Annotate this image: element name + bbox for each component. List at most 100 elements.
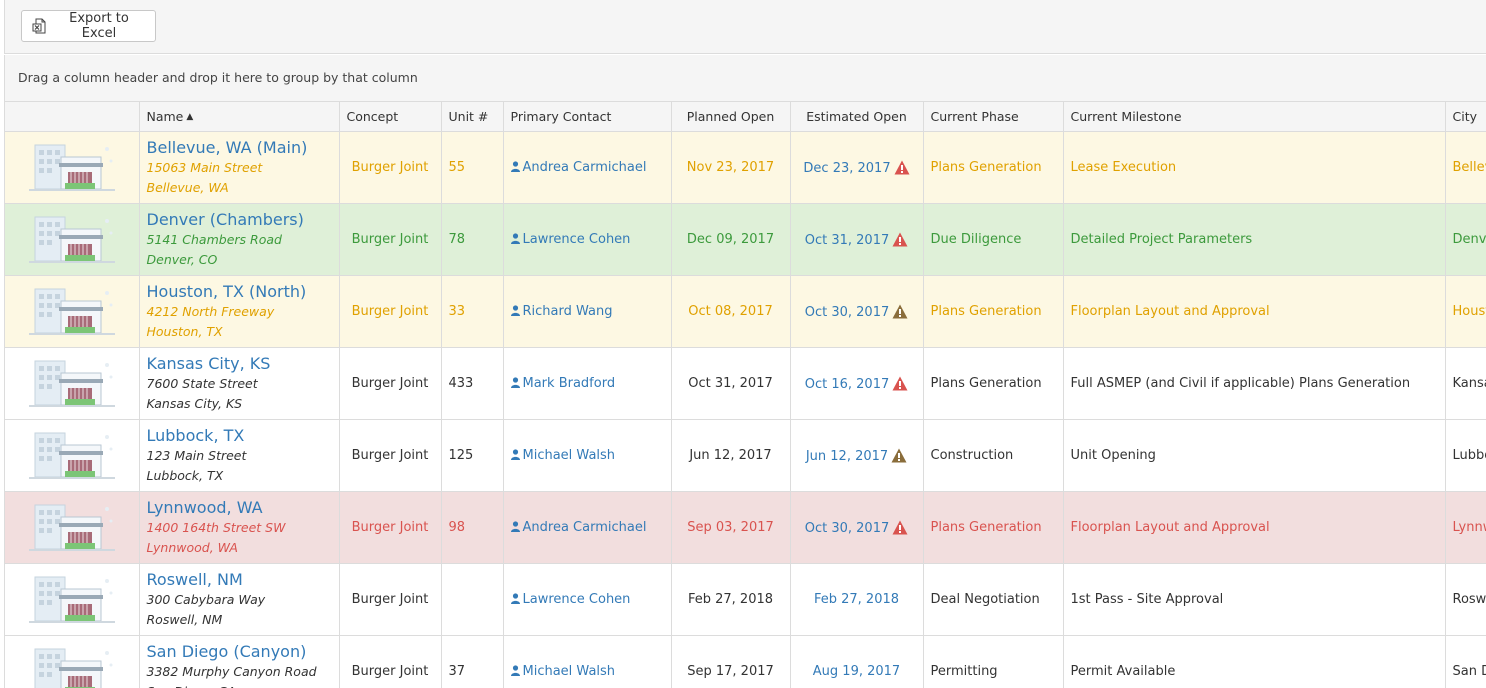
- location-name-link[interactable]: Lubbock, TX: [147, 426, 332, 446]
- primary-contact-cell: Michael Walsh: [502, 419, 671, 492]
- group-by-drop-zone[interactable]: Drag a column header and drop it here to…: [4, 55, 1486, 101]
- estimated-open-cell: Dec 23, 2017: [789, 131, 923, 204]
- location-city-state: Kansas City, KS: [146, 395, 243, 411]
- location-street: 4212 North Freeway: [146, 303, 275, 319]
- current-phase-cell: Deal Negotiation: [922, 563, 1063, 636]
- name-cell: Lubbock, TX 123 Main Street Lubbock, TX: [138, 419, 339, 492]
- unit-cell: 55: [440, 131, 503, 204]
- primary-contact-cell: Andrea Carmichael: [502, 491, 671, 564]
- thumbnail-cell: [5, 419, 139, 492]
- column-header-concept[interactable]: Concept: [338, 101, 441, 132]
- location-city-state: Lynnwood, WA: [146, 539, 238, 555]
- location-name-link[interactable]: Houston, TX (North): [147, 282, 332, 302]
- city-cell: Roswell: [1444, 563, 1486, 636]
- user-icon: [510, 233, 520, 244]
- unit-cell: 433: [440, 347, 503, 420]
- table-row[interactable]: Bellevue, WA (Main) 15063 Main Street Be…: [5, 131, 1486, 204]
- location-name-link[interactable]: Kansas City, KS: [147, 354, 332, 374]
- building-thumbnail-icon: [28, 216, 115, 263]
- building-thumbnail-icon: [28, 288, 115, 335]
- thumbnail-cell: [5, 131, 139, 204]
- column-header-primary-contact[interactable]: Primary Contact: [502, 101, 671, 132]
- location-name-link[interactable]: San Diego (Canyon): [147, 642, 332, 662]
- planned-open-cell: Oct 31, 2017: [670, 347, 790, 420]
- thumbnail-cell: [5, 491, 139, 564]
- unit-cell: 98: [440, 491, 503, 564]
- location-name-link[interactable]: Lynnwood, WA: [147, 498, 332, 518]
- planned-open-cell: Nov 23, 2017: [670, 131, 790, 204]
- primary-contact-cell: Lawrence Cohen: [502, 203, 671, 276]
- concept-cell: Burger Joint: [338, 347, 441, 420]
- city-cell: Lynnwood: [1444, 491, 1486, 564]
- current-milestone-cell: Floorplan Layout and Approval: [1062, 491, 1445, 564]
- contact-name: Michael Walsh: [522, 448, 616, 463]
- export-to-excel-button[interactable]: Export to Excel: [21, 10, 156, 42]
- location-street: 300 Cabybara Way: [146, 591, 266, 607]
- excel-file-icon: [32, 18, 46, 34]
- location-name-link[interactable]: Bellevue, WA (Main): [147, 138, 332, 158]
- location-street: 7600 State Street: [146, 375, 258, 391]
- column-header-estimated-open[interactable]: Estimated Open: [789, 101, 923, 132]
- estimated-open-date: Oct 30, 2017: [804, 520, 890, 536]
- contact-link[interactable]: Andrea Carmichael: [510, 520, 646, 535]
- table-row[interactable]: San Diego (Canyon) 3382 Murphy Canyon Ro…: [5, 635, 1486, 688]
- warning-icon: [892, 520, 908, 534]
- current-milestone-cell: Unit Opening: [1062, 419, 1445, 492]
- column-header-name[interactable]: Name ▲: [138, 101, 339, 132]
- planned-open-cell: Sep 17, 2017: [670, 635, 790, 688]
- user-icon: [510, 305, 520, 316]
- thumbnail-cell: [5, 563, 139, 636]
- building-thumbnail-icon: [28, 504, 115, 551]
- name-cell: Kansas City, KS 7600 State Street Kansas…: [138, 347, 339, 420]
- locations-grid: Name ▲ Concept Unit # Primary Contact Pla…: [4, 101, 1486, 688]
- contact-link[interactable]: Mark Bradford: [510, 376, 615, 391]
- planned-open-cell: Dec 09, 2017: [670, 203, 790, 276]
- unit-cell: 37: [440, 635, 503, 688]
- location-name-link[interactable]: Denver (Chambers): [147, 210, 332, 230]
- contact-name: Richard Wang: [522, 304, 613, 319]
- concept-cell: Burger Joint: [338, 635, 441, 688]
- table-row[interactable]: Lynnwood, WA 1400 164th Street SW Lynnwo…: [5, 491, 1486, 564]
- export-button-label: Export to Excel: [69, 11, 129, 41]
- location-name-link[interactable]: Roswell, NM: [147, 570, 332, 590]
- contact-link[interactable]: Lawrence Cohen: [510, 592, 631, 607]
- unit-cell: 33: [440, 275, 503, 348]
- user-icon: [510, 665, 520, 676]
- unit-cell: 125: [440, 419, 503, 492]
- column-header-planned-open[interactable]: Planned Open: [670, 101, 790, 132]
- unit-cell: 78: [440, 203, 503, 276]
- contact-name: Michael Walsh: [522, 664, 616, 679]
- contact-link[interactable]: Richard Wang: [510, 304, 613, 319]
- column-header-thumbnail: [5, 101, 139, 132]
- estimated-open-cell: Jun 12, 2017: [789, 419, 923, 492]
- concept-cell: Burger Joint: [338, 419, 441, 492]
- table-row[interactable]: Lubbock, TX 123 Main Street Lubbock, TX …: [5, 419, 1486, 492]
- name-cell: Lynnwood, WA 1400 164th Street SW Lynnwo…: [138, 491, 339, 564]
- warning-icon: [892, 232, 908, 246]
- group-panel-hint: Drag a column header and drop it here to…: [18, 70, 418, 85]
- table-row[interactable]: Houston, TX (North) 4212 North Freeway H…: [5, 275, 1486, 348]
- location-street: 5141 Chambers Road: [146, 231, 282, 247]
- user-icon: [510, 593, 520, 604]
- planned-open-cell: Jun 12, 2017: [670, 419, 790, 492]
- contact-link[interactable]: Lawrence Cohen: [510, 232, 630, 247]
- current-milestone-cell: Detailed Project Parameters: [1062, 203, 1445, 276]
- building-thumbnail-icon: [28, 144, 115, 191]
- table-row[interactable]: Kansas City, KS 7600 State Street Kansas…: [5, 347, 1486, 420]
- estimated-open-date: Oct 31, 2017: [804, 232, 890, 248]
- contact-link[interactable]: Andrea Carmichael: [510, 160, 646, 175]
- column-header-current-phase[interactable]: Current Phase: [922, 101, 1063, 132]
- name-cell: San Diego (Canyon) 3382 Murphy Canyon Ro…: [138, 635, 339, 688]
- current-milestone-cell: Floorplan Layout and Approval: [1062, 275, 1445, 348]
- contact-name: Lawrence Cohen: [522, 592, 631, 607]
- contact-link[interactable]: Michael Walsh: [510, 448, 616, 463]
- table-row[interactable]: Denver (Chambers) 5141 Chambers Road Den…: [5, 203, 1486, 276]
- column-header-unit[interactable]: Unit #: [440, 101, 503, 132]
- concept-cell: Burger Joint: [338, 131, 441, 204]
- table-row[interactable]: Roswell, NM 300 Cabybara Way Roswell, NM…: [5, 563, 1486, 636]
- column-header-city[interactable]: City: [1444, 101, 1486, 132]
- building-thumbnail-icon: [28, 360, 115, 407]
- thumbnail-cell: [5, 635, 139, 688]
- column-header-current-milestone[interactable]: Current Milestone: [1062, 101, 1445, 132]
- contact-link[interactable]: Michael Walsh: [510, 664, 616, 679]
